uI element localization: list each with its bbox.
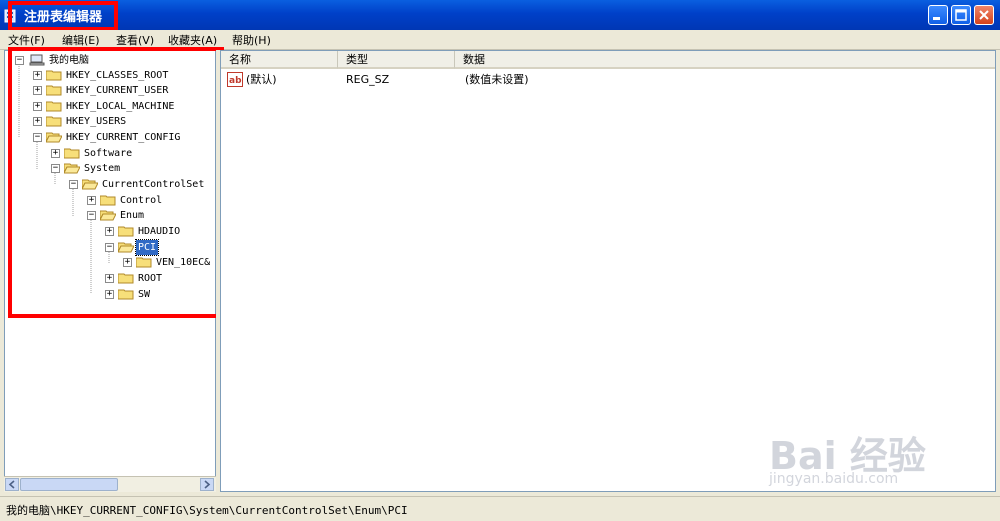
svg-text:ab: ab xyxy=(229,76,242,86)
menu-help[interactable]: 帮助(H) xyxy=(232,32,271,48)
menu-edit[interactable]: 编辑(E) xyxy=(62,32,100,48)
values-list[interactable]: 名称 类型 数据 ab (默认) REG_SZ (数值未设置) Bai 经验 j… xyxy=(220,50,996,492)
menu-view[interactable]: 查看(V) xyxy=(116,32,154,48)
maximize-button[interactable] xyxy=(951,5,971,25)
title-highlight-box xyxy=(8,1,118,31)
column-header-data[interactable]: 数据 xyxy=(455,51,995,69)
scroll-left-button[interactable] xyxy=(5,478,19,491)
minimize-icon xyxy=(933,17,940,20)
minimize-button[interactable] xyxy=(928,5,948,25)
column-header-name[interactable]: 名称 xyxy=(221,51,338,69)
title-bar[interactable]: 注册表编辑器 xyxy=(0,0,1000,30)
column-header-type[interactable]: 类型 xyxy=(338,51,455,69)
value-data: (数值未设置) xyxy=(465,73,529,86)
baidu-watermark: Bai 经验 jingyan.baidu.com xyxy=(769,411,969,491)
menu-file[interactable]: 文件(F) xyxy=(8,32,45,48)
scroll-thumb[interactable] xyxy=(20,478,118,491)
value-name[interactable]: (默认) xyxy=(246,72,277,87)
status-path: 我的电脑\HKEY_CURRENT_CONFIG\System\CurrentC… xyxy=(6,504,408,517)
maximize-icon xyxy=(955,9,967,21)
menu-favorites[interactable]: 收藏夹(A) xyxy=(168,32,217,48)
close-icon xyxy=(979,10,989,20)
tree-highlight-box xyxy=(8,47,224,318)
watermark-url: jingyan.baidu.com xyxy=(769,471,899,487)
scroll-right-button[interactable] xyxy=(200,478,214,491)
close-button[interactable] xyxy=(974,5,994,25)
arrow-right-icon xyxy=(204,480,211,489)
tree-horizontal-scrollbar[interactable] xyxy=(4,476,216,492)
string-value-icon: ab xyxy=(227,72,243,87)
value-type: REG_SZ xyxy=(346,73,390,86)
status-bar: 我的电脑\HKEY_CURRENT_CONFIG\System\CurrentC… xyxy=(0,496,1000,521)
arrow-left-icon xyxy=(8,480,15,489)
